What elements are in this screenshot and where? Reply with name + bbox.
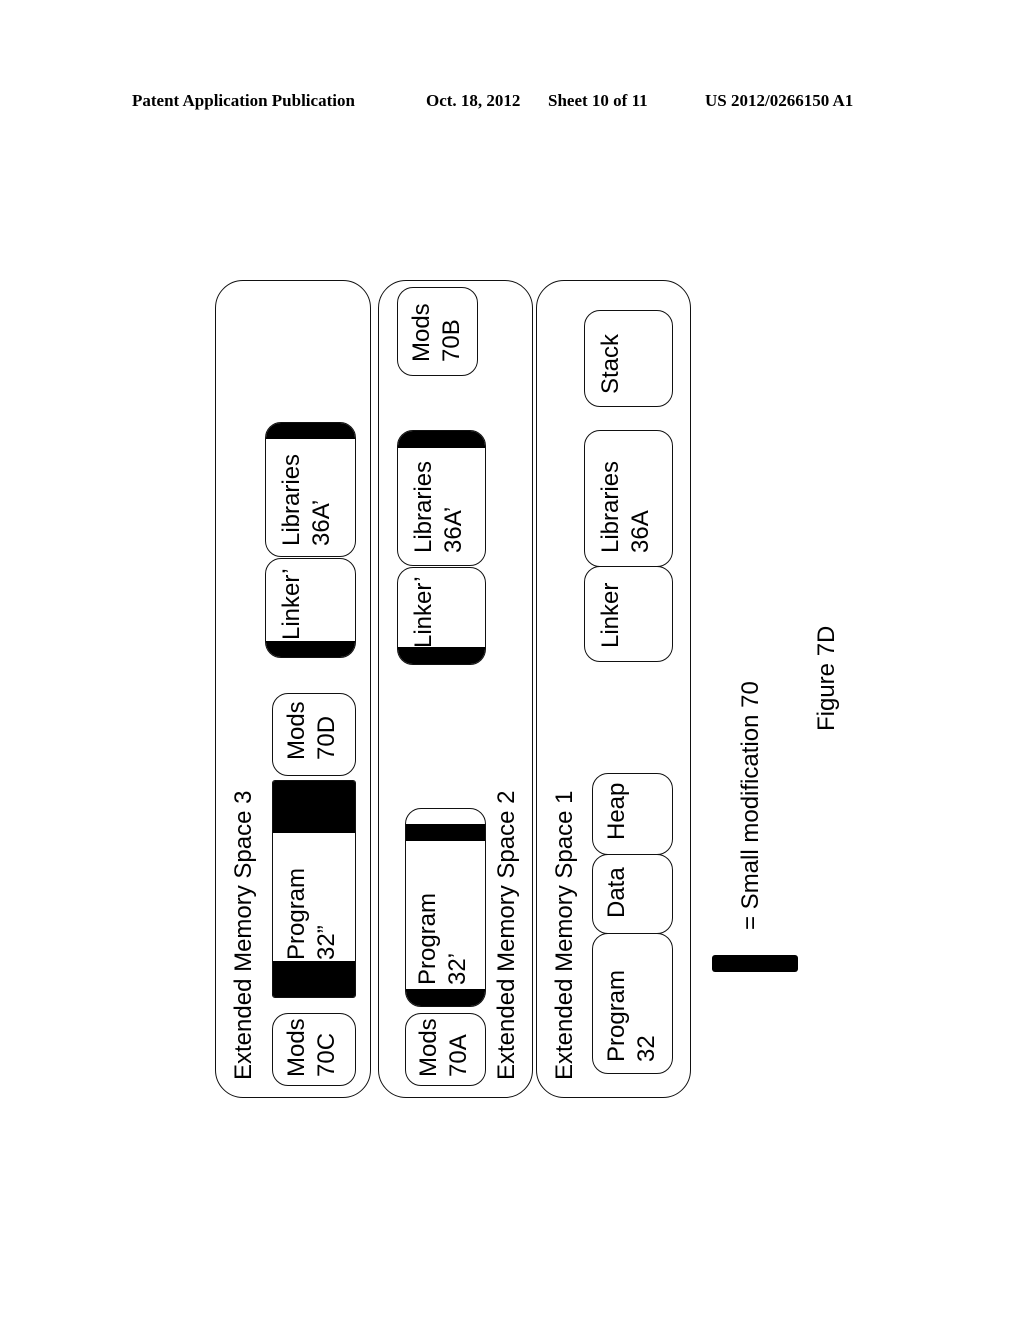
legend-text: = Small modification 70 bbox=[737, 681, 764, 930]
mods-70b-id: 70B bbox=[438, 319, 465, 362]
program-32p-id: 32’ bbox=[444, 952, 471, 985]
publication-title: Patent Application Publication bbox=[132, 91, 355, 110]
figure-label: Figure 7D bbox=[813, 625, 840, 731]
stack-label: Stack bbox=[597, 333, 624, 394]
program-32p-label: Program bbox=[414, 892, 441, 985]
mods-70c-id: 70C bbox=[313, 1032, 340, 1077]
libraries-36a-prime-id-space2: 36A’ bbox=[440, 506, 467, 553]
mods-70a-id: 70A bbox=[445, 1034, 472, 1077]
mods-70a-label: Mods bbox=[415, 1018, 442, 1077]
modification-bar bbox=[406, 989, 485, 1006]
memory-space-2-title: Extended Memory Space 2 bbox=[493, 790, 520, 1081]
program-32-id: 32 bbox=[633, 1035, 660, 1062]
program-32-label: Program bbox=[603, 969, 630, 1062]
mods-70c-label: Mods bbox=[283, 1018, 310, 1077]
libraries-36a-prime-id-space3: 36A’ bbox=[308, 499, 335, 546]
modification-bar bbox=[406, 824, 485, 841]
linker-prime-label-space2: Linker’ bbox=[410, 576, 437, 648]
libraries-36a-prime-label-space2: Libraries bbox=[410, 460, 437, 553]
libraries-36a-label: Libraries bbox=[597, 460, 624, 553]
memory-space-1-title: Extended Memory Space 1 bbox=[551, 790, 578, 1081]
mods-70b-label: Mods bbox=[408, 303, 435, 362]
modification-bar bbox=[398, 431, 485, 448]
program-32dd-label: Program bbox=[283, 867, 310, 960]
libraries-36a-prime-label-space3: Libraries bbox=[278, 453, 305, 546]
libraries-36a-id: 36A bbox=[627, 510, 654, 553]
modification-bar bbox=[273, 781, 355, 833]
modification-bar bbox=[398, 647, 485, 664]
legend-modification-swatch bbox=[712, 955, 798, 972]
linker-label: Linker bbox=[597, 582, 624, 648]
modification-bar bbox=[266, 423, 355, 439]
mods-70d-id: 70D bbox=[313, 715, 340, 760]
heap-label: Heap bbox=[603, 782, 630, 840]
modification-bar bbox=[266, 641, 355, 657]
data-label: Data bbox=[603, 867, 630, 918]
publication-date: Oct. 18, 2012 bbox=[426, 91, 521, 110]
linker-prime-label-space3: Linker’ bbox=[278, 568, 305, 640]
patent-number: US 2012/0266150 A1 bbox=[705, 91, 854, 110]
memory-space-3-title: Extended Memory Space 3 bbox=[230, 790, 257, 1081]
mods-70d-label: Mods bbox=[283, 701, 310, 760]
modification-bar bbox=[273, 961, 355, 997]
program-32dd-id: 32” bbox=[313, 925, 340, 960]
sheet-number: Sheet 10 of 11 bbox=[548, 91, 648, 110]
